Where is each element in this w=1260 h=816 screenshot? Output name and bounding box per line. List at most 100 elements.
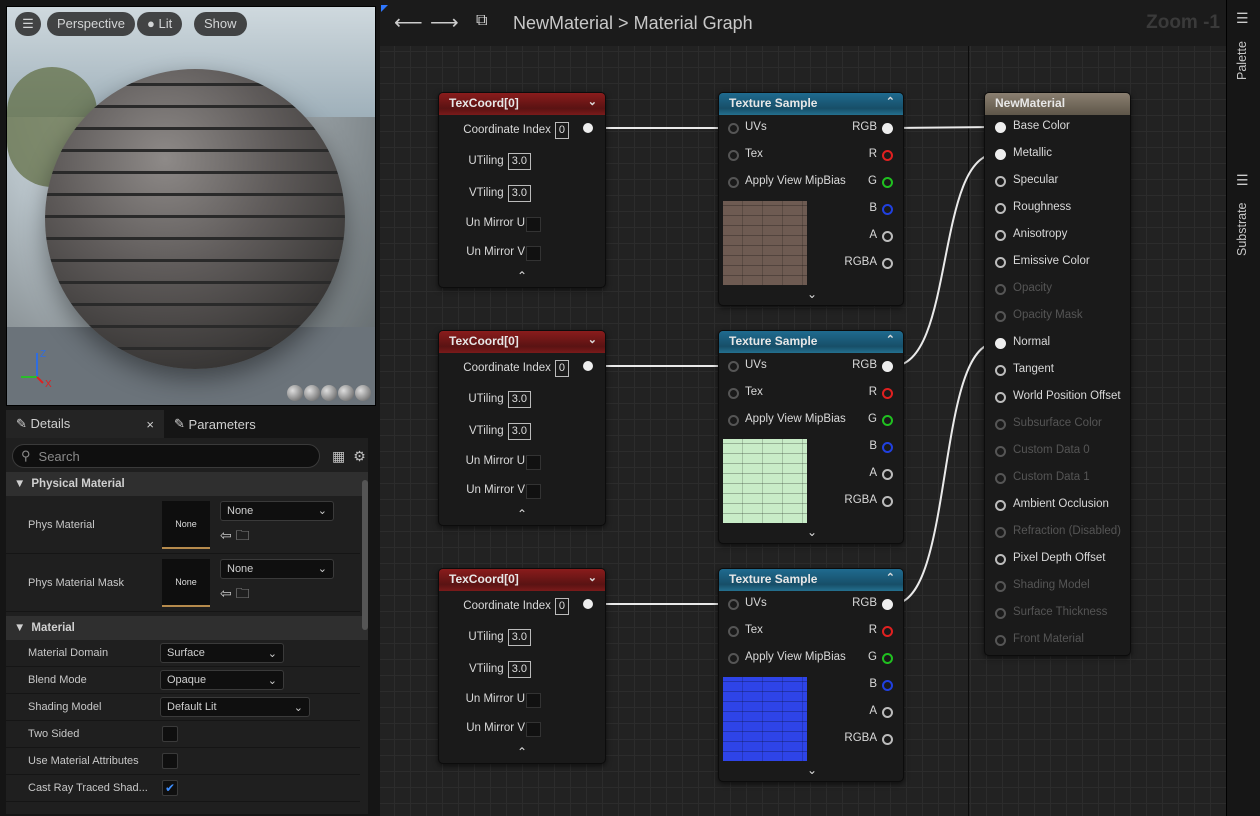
output-pin[interactable] <box>882 361 893 372</box>
texcoord-node[interactable]: TexCoord[0] ⌄ Coordinate Index 0 UTiling 3.0 V… <box>438 92 606 288</box>
substrate-icon[interactable]: ☰ <box>1236 172 1249 189</box>
input-pin[interactable] <box>728 123 739 134</box>
palette-icon[interactable]: ☰ <box>1236 10 1249 27</box>
close-icon[interactable]: × <box>146 417 154 432</box>
output-pin[interactable] <box>882 734 893 745</box>
lit-button[interactable]: ● Lit <box>137 12 183 36</box>
tab-details[interactable]: ✎ Details × <box>6 410 164 438</box>
output-pin[interactable] <box>882 653 893 664</box>
gear-icon[interactable]: ⚙ <box>353 448 366 465</box>
input-pin[interactable] <box>995 338 1006 349</box>
input-pin[interactable] <box>995 257 1006 268</box>
input-pin[interactable] <box>728 177 739 188</box>
output-pin[interactable] <box>882 469 893 480</box>
output-pin[interactable] <box>882 204 893 215</box>
output-pin[interactable] <box>882 442 893 453</box>
output-pin[interactable] <box>882 258 893 269</box>
phys-material-mask-dropdown[interactable]: None ⌄ <box>220 558 334 579</box>
chevron-up-icon[interactable]: ⌃ <box>886 95 895 108</box>
phys-material-thumbnail[interactable]: None <box>162 500 210 549</box>
output-pin[interactable] <box>882 177 893 188</box>
chevron-down-icon[interactable]: ⌄ <box>588 95 597 108</box>
texcoord-node[interactable]: TexCoord[0] ⌄ Coordinate Index 0 UTiling 3.0 V… <box>438 330 606 526</box>
sphere-preview-icon[interactable] <box>304 385 320 401</box>
input-pin[interactable] <box>995 500 1006 511</box>
output-pin[interactable] <box>882 680 893 691</box>
checkbox[interactable] <box>526 217 541 232</box>
input-pin[interactable] <box>995 176 1006 187</box>
mesh-preview-icon[interactable] <box>355 385 371 401</box>
property-value-field[interactable]: 3.0 <box>507 629 531 646</box>
output-pin[interactable] <box>882 415 893 426</box>
output-pin[interactable] <box>882 231 893 242</box>
tab-parameters[interactable]: ✎ Parameters <box>164 410 266 438</box>
palette-tab[interactable]: Palette <box>1235 41 1249 80</box>
collapse-up-icon[interactable]: ⌃ <box>517 507 527 521</box>
cylinder-preview-icon[interactable] <box>287 385 303 401</box>
input-pin[interactable] <box>995 203 1006 214</box>
checkbox[interactable] <box>526 484 541 499</box>
browse-icon[interactable]: 🗀 <box>236 585 250 601</box>
collapse-up-icon[interactable]: ⌃ <box>517 745 527 759</box>
output-pin[interactable] <box>882 599 893 610</box>
use-material-attributes-checkbox[interactable] <box>162 753 178 769</box>
expand-down-icon[interactable]: ⌄ <box>807 287 817 301</box>
property-value-field[interactable]: 3.0 <box>507 185 531 202</box>
input-pin[interactable] <box>995 392 1006 403</box>
property-value-field[interactable]: 3.0 <box>507 423 531 440</box>
material-result-node[interactable]: NewMaterial Base Color Metallic Specular Rou… <box>984 92 1131 656</box>
property-value-field[interactable]: 3.0 <box>507 661 531 678</box>
material-preview-viewport[interactable]: ☰ Perspective ● Lit Show Z X <box>6 6 376 406</box>
chevron-up-icon[interactable]: ⌃ <box>886 333 895 346</box>
output-pin[interactable] <box>882 150 893 161</box>
input-pin[interactable] <box>728 388 739 399</box>
phys-material-dropdown[interactable]: None ⌄ <box>220 500 334 521</box>
output-pin[interactable] <box>583 123 593 133</box>
plane-preview-icon[interactable] <box>321 385 337 401</box>
input-pin[interactable] <box>728 653 739 664</box>
texture-sample-node[interactable]: Texture Sample ⌃ UVs Tex Apply View MipBias R… <box>718 330 904 544</box>
expand-down-icon[interactable]: ⌄ <box>807 763 817 777</box>
input-pin[interactable] <box>728 415 739 426</box>
section-physical-material[interactable]: ▼ Physical Material <box>6 472 368 496</box>
material-domain-dropdown[interactable]: Surface ⌄ <box>160 643 284 663</box>
output-pin[interactable] <box>882 496 893 507</box>
cast-ray-traced-shadows-checkbox[interactable]: ✔ <box>162 780 178 796</box>
output-pin[interactable] <box>882 626 893 637</box>
property-value-field[interactable]: 3.0 <box>507 153 531 170</box>
input-pin[interactable] <box>995 365 1006 376</box>
use-selected-icon[interactable]: ⇦ <box>220 585 232 601</box>
property-value-field[interactable]: 0 <box>554 360 569 377</box>
preview-shape-buttons[interactable] <box>287 385 371 401</box>
input-pin[interactable] <box>995 554 1006 565</box>
texcoord-node[interactable]: TexCoord[0] ⌄ Coordinate Index 0 UTiling 3.0 V… <box>438 568 606 764</box>
browse-icon[interactable]: 🗀 <box>236 527 250 543</box>
output-pin[interactable] <box>882 123 893 134</box>
section-material[interactable]: ▼ Material <box>6 616 368 640</box>
checkbox[interactable] <box>526 693 541 708</box>
scrollbar[interactable] <box>362 480 368 630</box>
input-pin[interactable] <box>995 230 1006 241</box>
output-pin[interactable] <box>583 599 593 609</box>
two-sided-checkbox[interactable] <box>162 726 178 742</box>
input-pin[interactable] <box>995 122 1006 133</box>
blend-mode-dropdown[interactable]: Opaque ⌄ <box>160 670 284 690</box>
substrate-tab[interactable]: Substrate <box>1235 202 1249 256</box>
expand-down-icon[interactable]: ⌄ <box>807 525 817 539</box>
chevron-up-icon[interactable]: ⌃ <box>886 571 895 584</box>
cube-preview-icon[interactable] <box>338 385 354 401</box>
input-pin[interactable] <box>728 361 739 372</box>
input-pin[interactable] <box>995 149 1006 160</box>
output-pin[interactable] <box>882 707 893 718</box>
perspective-button[interactable]: Perspective <box>47 12 135 36</box>
texture-sample-node[interactable]: Texture Sample ⌃ UVs Tex Apply View MipBias R… <box>718 568 904 782</box>
checkbox[interactable] <box>526 246 541 261</box>
texture-sample-node[interactable]: Texture Sample ⌃ UVs Tex Apply View MipBias R… <box>718 92 904 306</box>
shading-model-dropdown[interactable]: Default Lit ⌄ <box>160 697 310 717</box>
viewport-menu-button[interactable]: ☰ <box>15 12 41 36</box>
output-pin[interactable] <box>882 388 893 399</box>
property-value-field[interactable]: 0 <box>554 598 569 615</box>
chevron-down-icon[interactable]: ⌄ <box>588 571 597 584</box>
phys-material-mask-thumbnail[interactable]: None <box>162 558 210 607</box>
use-selected-icon[interactable]: ⇦ <box>220 527 232 543</box>
